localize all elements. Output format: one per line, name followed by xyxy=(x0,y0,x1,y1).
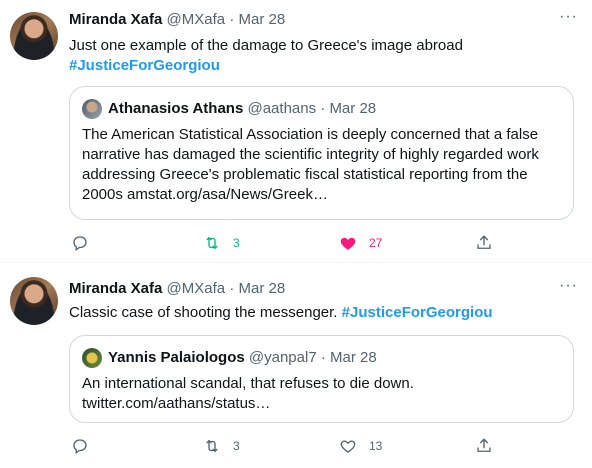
reply-icon xyxy=(73,236,87,252)
share-icon xyxy=(477,235,491,249)
heart-icon xyxy=(340,440,356,453)
quote-header: Yannis Palaiologos @yanpal7 · Mar 28 xyxy=(108,348,377,368)
reply-button[interactable] xyxy=(71,232,89,254)
separator: · xyxy=(320,100,326,117)
like-button[interactable]: 13 xyxy=(339,435,382,457)
retweet-icon xyxy=(206,236,218,250)
more-icon[interactable]: ··· xyxy=(559,277,578,295)
tweet-text-line: Just one example of the damage to Greece… xyxy=(69,37,463,54)
separator: · xyxy=(229,280,235,297)
tweet-text-line: Classic case of shooting the messenger. xyxy=(69,304,338,321)
tweet[interactable]: Miranda Xafa @MXafa · Mar 28 ··· Classic… xyxy=(0,263,592,468)
reply-icon xyxy=(73,439,87,455)
tweet-text: Classic case of shooting the messenger. … xyxy=(69,303,493,323)
quote-text-line: twitter.com/aathans/status… xyxy=(82,395,271,412)
author-name[interactable]: Miranda Xafa xyxy=(69,280,162,297)
share-button[interactable] xyxy=(475,232,493,254)
quote-text-line: addressing Greece's problematic fiscal s… xyxy=(82,166,528,183)
action-bar: 3 13 xyxy=(69,435,509,457)
quoted-tweet[interactable]: Yannis Palaiologos @yanpal7 · Mar 28 An … xyxy=(69,335,574,423)
retweet-count: 3 xyxy=(233,439,240,453)
quote-author-name: Yannis Palaiologos xyxy=(108,349,245,366)
quote-text-line: 2000s amstat.org/asa/News/Greek… xyxy=(82,186,328,203)
tweet-header: Miranda Xafa @MXafa · Mar 28 xyxy=(69,279,285,299)
like-count: 27 xyxy=(369,236,383,250)
quote-avatar xyxy=(82,99,102,119)
quote-author-handle: @aathans xyxy=(247,100,317,117)
quote-text: An international scandal, that refuses t… xyxy=(82,374,561,414)
author-handle[interactable]: @MXafa xyxy=(167,11,226,28)
author-name[interactable]: Miranda Xafa xyxy=(69,11,162,28)
quote-date: Mar 28 xyxy=(329,100,377,117)
like-count: 13 xyxy=(369,439,383,453)
tweet[interactable]: Miranda Xafa @MXafa · Mar 28 ··· Just on… xyxy=(0,0,592,262)
author-handle[interactable]: @MXafa xyxy=(167,280,226,297)
separator: · xyxy=(229,11,235,28)
avatar[interactable] xyxy=(10,12,58,60)
quote-text-line: narrative has damaged the scientific int… xyxy=(82,146,539,163)
like-button[interactable]: 27 xyxy=(339,232,382,254)
retweet-button[interactable]: 3 xyxy=(203,435,240,457)
quote-author-handle: @yanpal7 xyxy=(248,349,317,366)
quote-avatar xyxy=(82,348,102,368)
hashtag-link[interactable]: #JusticeForGeorgiou xyxy=(69,56,463,76)
tweet-text: Just one example of the damage to Greece… xyxy=(69,36,463,76)
reply-button[interactable] xyxy=(71,435,89,457)
quote-text: The American Statistical Association is … xyxy=(82,125,561,205)
quote-date: Mar 28 xyxy=(330,349,377,366)
quote-text-line: An international scandal, that refuses t… xyxy=(82,375,414,392)
quote-header: Athanasios Athans @aathans · Mar 28 xyxy=(108,99,376,119)
retweet-button[interactable]: 3 xyxy=(203,232,240,254)
retweet-icon xyxy=(206,439,218,453)
quote-author-name: Athanasios Athans xyxy=(108,100,244,117)
tweet-date[interactable]: Mar 28 xyxy=(238,11,285,28)
tweet-date[interactable]: Mar 28 xyxy=(238,280,285,297)
avatar[interactable] xyxy=(10,277,58,325)
tweet-header: Miranda Xafa @MXafa · Mar 28 xyxy=(69,10,285,30)
action-bar: 3 27 xyxy=(69,232,509,254)
share-button[interactable] xyxy=(475,435,493,457)
hashtag-link[interactable]: #JusticeForGeorgiou xyxy=(342,304,493,321)
quoted-tweet[interactable]: Athanasios Athans @aathans · Mar 28 The … xyxy=(69,86,574,220)
quote-text-line: The American Statistical Association is … xyxy=(82,126,539,143)
retweet-count: 3 xyxy=(233,236,240,250)
more-icon[interactable]: ··· xyxy=(559,8,578,26)
share-icon xyxy=(477,438,491,452)
separator: · xyxy=(320,349,326,366)
heart-icon xyxy=(340,237,356,250)
